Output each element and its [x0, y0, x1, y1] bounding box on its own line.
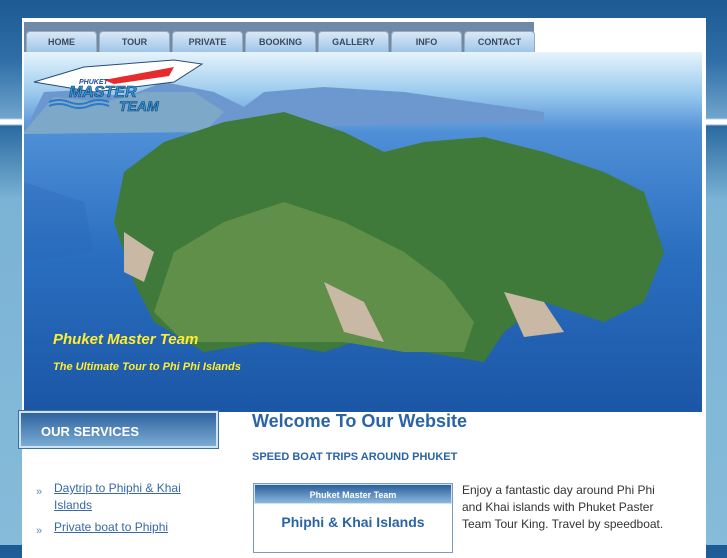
nav-gallery[interactable]: GALLERY [318, 31, 389, 53]
page-container: HOME TOUR PRIVATE BOOKING GALLERY INFO C… [22, 18, 706, 558]
nav-contact[interactable]: CONTACT [464, 31, 535, 53]
chevron-right-icon: » [36, 525, 43, 537]
tour-box-header: Phuket Master Team [254, 484, 452, 504]
page-title: Welcome To Our Website [252, 411, 468, 431]
hero-subtitle: The Ultimate Tour to Phi Phi Islands [53, 361, 241, 373]
nav-tour[interactable]: TOUR [99, 31, 170, 53]
service-link-daytrip[interactable]: Daytrip to Phiphi & Khai Islands [54, 480, 204, 514]
chevron-right-icon: » [36, 486, 43, 498]
nav-home[interactable]: HOME [26, 31, 97, 53]
services-heading-box: OUR SERVICES [18, 410, 219, 449]
hero-title: Phuket Master Team [53, 331, 199, 348]
svg-text:TEAM: TEAM [119, 98, 159, 112]
section-subtitle: SPEED BOAT TRIPS AROUND PHUKET [252, 451, 458, 463]
services-heading: OUR SERVICES [41, 424, 140, 439]
nav-booking[interactable]: BOOKING [245, 31, 316, 53]
service-link-private[interactable]: Private boat to Phiphi [54, 519, 204, 536]
intro-text: Enjoy a fantastic day around Phi Phi and… [462, 483, 664, 531]
tour-box-title[interactable]: Phiphi & Khai Islands [254, 514, 452, 530]
nav-private[interactable]: PRIVATE [172, 31, 243, 53]
nav-info[interactable]: INFO [391, 31, 462, 53]
hero-banner: PHUKET MASTER TEAM Phuket Master Team Th… [24, 52, 702, 412]
master-team-logo: PHUKET MASTER TEAM [33, 59, 204, 112]
tour-box: Phuket Master Team Phiphi & Khai Islands [253, 483, 453, 553]
